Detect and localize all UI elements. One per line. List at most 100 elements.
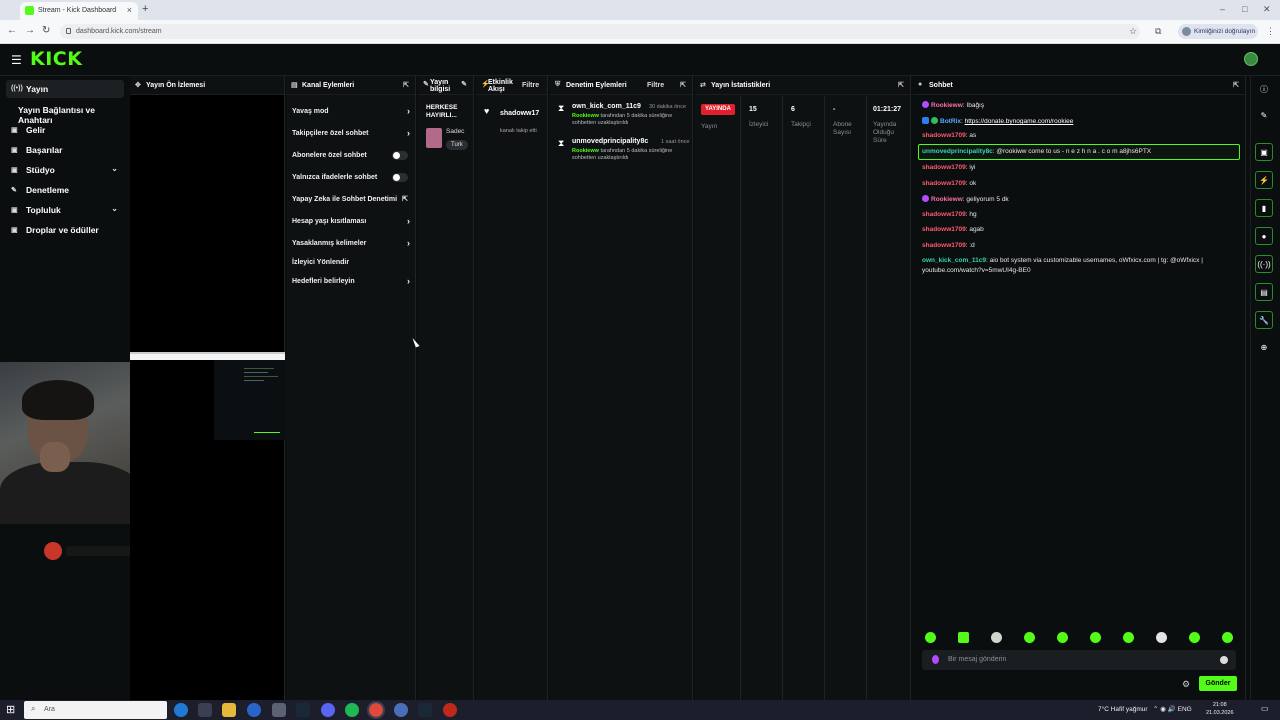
user-avatar[interactable] xyxy=(1244,52,1258,66)
steam-icon[interactable] xyxy=(296,703,310,717)
sidebar-item-topluluk[interactable]: ▣ Topluluk ⌄ xyxy=(6,201,124,219)
chat-settings-gear-icon[interactable]: ⚙ xyxy=(1182,679,1190,690)
minimize-icon[interactable]: – xyxy=(1220,4,1225,14)
goals-row[interactable]: Hedefleri belirleyin › xyxy=(292,276,410,286)
chat-username[interactable]: shadoww1709 xyxy=(922,132,966,139)
sidebar-item-studyo[interactable]: ▣ Stüdyo ⌄ xyxy=(6,161,124,179)
new-tab-icon[interactable]: + xyxy=(142,3,148,15)
app-icon[interactable] xyxy=(247,703,261,717)
close-tab-icon[interactable]: × xyxy=(127,5,132,15)
stats-panel-icon[interactable]: ▤ xyxy=(1255,283,1273,301)
emote-icon[interactable] xyxy=(991,632,1002,643)
discord-icon[interactable] xyxy=(321,703,335,717)
emote-icon[interactable] xyxy=(1123,632,1134,643)
emote-icon[interactable] xyxy=(1090,632,1101,643)
chat-username[interactable]: BotRix xyxy=(940,118,961,125)
chat-username[interactable]: own_kick_com_11c9 xyxy=(922,257,986,264)
sidebar-item-denetleme[interactable]: ✎ Denetleme xyxy=(6,181,124,199)
moderator-name[interactable]: Rookieww xyxy=(572,148,599,154)
moderated-user[interactable]: own_kick_com_11c9 xyxy=(572,103,641,110)
chat-link[interactable]: https://donate.bynogame.com/rookiee xyxy=(965,118,1074,125)
chat-username[interactable]: shadoww1709 xyxy=(922,242,966,249)
edge-icon[interactable] xyxy=(174,703,188,717)
sidebar-item-droplar[interactable]: ▣ Droplar ve ödüller xyxy=(6,221,124,239)
profile-button[interactable]: Kimliğinizi doğrulayın xyxy=(1178,24,1258,39)
events-panel-icon[interactable]: ⚡ xyxy=(1255,171,1273,189)
events-filter-button[interactable]: Filtre xyxy=(522,82,539,89)
emote-icon[interactable] xyxy=(1156,632,1167,643)
preview-panel-icon[interactable]: ▣ xyxy=(1255,143,1273,161)
slow-mode-row[interactable]: Yavaş mod › xyxy=(292,106,410,116)
account-age-row[interactable]: Hesap yaşı kısıtlaması › xyxy=(292,216,410,226)
notification-icon[interactable]: ▭ xyxy=(1261,704,1269,713)
spotify-icon[interactable] xyxy=(345,703,359,717)
add-panel-icon[interactable]: ⊕ xyxy=(1255,339,1273,357)
edit-icon[interactable]: ✎ xyxy=(1255,107,1273,125)
emoji-picker-icon[interactable] xyxy=(1220,656,1228,664)
emote-icon[interactable] xyxy=(1189,632,1200,643)
emote-icon[interactable] xyxy=(925,632,936,643)
sidebar-item-yayin[interactable]: ((•)) Yayın xyxy=(6,80,124,98)
banned-words-row[interactable]: Yasaklanmış kelimeler › xyxy=(292,238,410,248)
maximize-icon[interactable]: □ xyxy=(1242,4,1247,14)
chat-username[interactable]: shadoww1709 xyxy=(922,164,966,171)
emote-icon[interactable] xyxy=(1024,632,1035,643)
chat-username[interactable]: Rookieww xyxy=(931,196,963,203)
chat-username[interactable]: shadoww1709 xyxy=(922,180,966,187)
sidebar-item-gelir[interactable]: ▣ Gelir xyxy=(6,121,124,139)
extensions-icon[interactable]: ⧉ xyxy=(1155,26,1161,37)
sidebar-item-basarilar[interactable]: ▣ Başarılar xyxy=(6,141,124,159)
emotes-only-toggle[interactable] xyxy=(392,173,408,182)
app-icon[interactable] xyxy=(394,703,408,717)
popout-icon[interactable]: ⇱ xyxy=(403,81,409,89)
subscribers-only-toggle[interactable] xyxy=(392,151,408,160)
tray-icons[interactable]: ⌃ ◉ 🔊 xyxy=(1153,706,1176,713)
raid-row[interactable]: İzleyici Yönlendir xyxy=(292,259,410,266)
weather-widget[interactable]: 7°C Hafif yağmur ⌃ ◉ 🔊 ENG xyxy=(1098,705,1192,713)
ai-moderation-row[interactable]: Yapay Zeka ile Sohbet Denetimi ⇱ xyxy=(292,196,410,203)
followers-only-row[interactable]: Takipçilere özel sohbet › xyxy=(292,128,410,138)
event-user[interactable]: shadoww17 xyxy=(500,110,539,117)
chat-panel-icon[interactable]: ● xyxy=(1255,227,1273,245)
steam-icon[interactable] xyxy=(418,703,432,717)
obs-icon[interactable] xyxy=(443,703,457,717)
popout-icon[interactable]: ⇱ xyxy=(898,81,904,89)
reload-icon[interactable]: ↻ xyxy=(42,25,50,36)
chrome-icon[interactable] xyxy=(367,701,385,719)
browser-menu-icon[interactable]: ⋮ xyxy=(1266,26,1275,37)
popout-icon[interactable]: ⇱ xyxy=(1233,81,1239,89)
wrench-icon[interactable]: 🔧 xyxy=(1255,311,1273,329)
chat-username[interactable]: shadoww1709 xyxy=(922,226,966,233)
close-window-icon[interactable]: ✕ xyxy=(1263,4,1271,15)
moderated-user[interactable]: unmovedprincipality8c xyxy=(572,138,648,145)
popout-icon[interactable]: ⇱ xyxy=(680,81,686,89)
clock[interactable]: 21:08 21.03.2026 xyxy=(1206,701,1234,717)
forward-icon[interactable]: → xyxy=(25,25,35,36)
emote-icon[interactable] xyxy=(1057,632,1068,643)
send-button[interactable]: Gönder xyxy=(1199,676,1237,691)
moderator-name[interactable]: Rookieww xyxy=(572,113,599,119)
chat-username[interactable]: Rookieww xyxy=(931,102,963,109)
windows-start-icon[interactable]: ⊞ xyxy=(6,703,15,716)
url-field[interactable]: dashboard.kick.com/stream xyxy=(60,24,1140,39)
preview-move-icon[interactable]: ✥ xyxy=(135,81,141,89)
kick-logo[interactable]: KICK xyxy=(30,48,82,70)
info-icon[interactable]: ⓘ xyxy=(1255,80,1273,98)
app-icon[interactable] xyxy=(272,703,286,717)
app-grid-icon[interactable] xyxy=(198,703,212,717)
chat-input[interactable]: Bir mesaj gönderin xyxy=(922,650,1236,670)
back-icon[interactable]: ← xyxy=(7,25,17,36)
emote-icon[interactable] xyxy=(958,632,969,643)
chat-username[interactable]: unmovedprincipality8c xyxy=(922,148,993,155)
taskbar-search[interactable]: ⌕ Ara xyxy=(24,701,167,719)
edit-icon[interactable]: ✎ xyxy=(461,81,467,88)
language-indicator[interactable]: ENG xyxy=(1178,706,1192,713)
chat-username[interactable]: shadoww1709 xyxy=(922,211,966,218)
emote-icon[interactable] xyxy=(1222,632,1233,643)
browser-tab[interactable]: Stream - Kick Dashboard × xyxy=(20,2,138,20)
file-explorer-icon[interactable] xyxy=(222,703,236,717)
bookmark-star-icon[interactable]: ☆ xyxy=(1129,26,1137,37)
moderation-filter-button[interactable]: Filtre xyxy=(647,82,664,89)
moderation-panel-icon[interactable]: ▮ xyxy=(1255,199,1273,217)
hamburger-menu-icon[interactable]: ☰ xyxy=(11,53,22,67)
